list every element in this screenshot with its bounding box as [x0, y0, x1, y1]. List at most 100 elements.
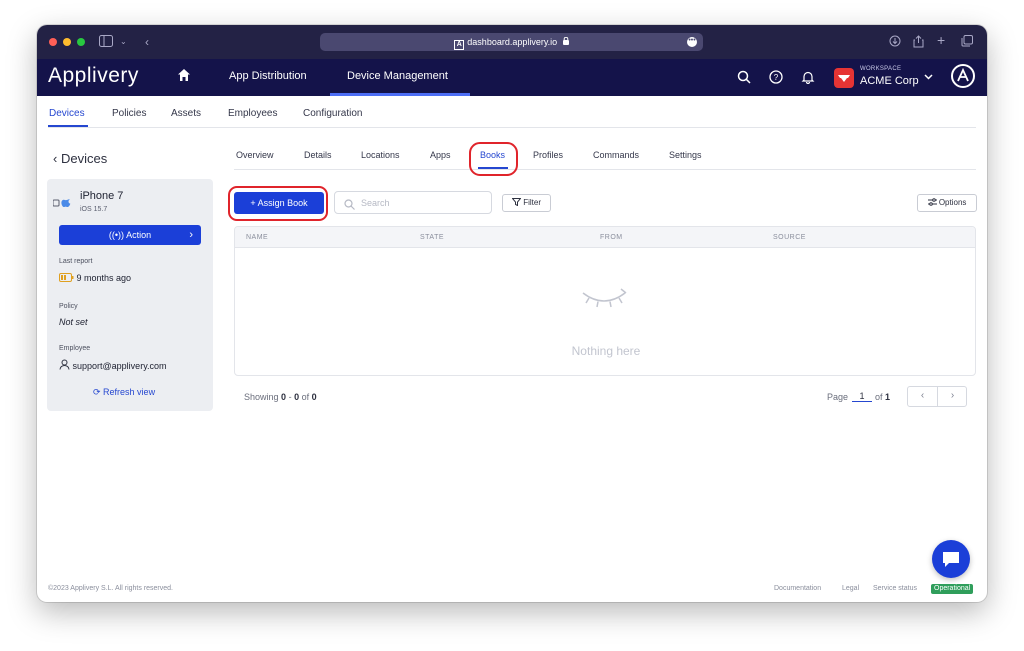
previous-page-button[interactable]: ‹ [908, 390, 937, 401]
chevron-down-icon[interactable]: ⌄ [120, 35, 127, 49]
close-window-button[interactable] [49, 38, 57, 46]
share-icon[interactable] [913, 35, 924, 51]
more-options-icon[interactable]: ••• [687, 37, 697, 47]
showing-count: Showing 0 - 0 of 0 [244, 392, 317, 402]
column-header-source[interactable]: SOURCE [773, 234, 806, 241]
sliders-icon [927, 198, 939, 207]
policy-value: Not set [59, 317, 88, 327]
new-tab-icon[interactable]: + [937, 33, 945, 47]
site-favicon-icon: A [454, 40, 465, 50]
next-page-button[interactable]: › [938, 390, 967, 401]
refresh-view-link[interactable]: ⟳ Refresh view [93, 387, 155, 398]
highlight-ring-books-tab [469, 142, 518, 176]
apple-device-icon [52, 196, 75, 208]
copyright-text: ©2023 Applivery S.L. All rights reserved… [48, 585, 173, 592]
total-pages: 1 [885, 392, 891, 402]
subnav-policies[interactable]: Policies [112, 108, 146, 119]
bell-icon[interactable] [801, 70, 815, 85]
app-header: Applivery App Distribution Device Manage… [37, 59, 987, 96]
subnav-devices[interactable]: Devices [49, 108, 85, 119]
device-summary-card: iPhone 7 iOS 15.7 ((•)) Action › Last re… [47, 179, 213, 411]
last-report-label: Last report [59, 258, 93, 265]
section-subnav: Devices Policies Assets Employees Config… [37, 96, 987, 128]
back-arrow-icon[interactable]: ‹ [145, 35, 149, 49]
tab-overview[interactable]: Overview [236, 150, 274, 160]
page-number-input[interactable]: 1 [852, 391, 872, 402]
minimize-window-button[interactable] [63, 38, 71, 46]
sidebar-toggle-icon[interactable] [99, 35, 113, 50]
legal-link[interactable]: Legal [842, 585, 859, 592]
chat-support-button[interactable] [932, 540, 970, 578]
back-label: Devices [60, 151, 108, 166]
column-header-name[interactable]: NAME [246, 234, 268, 241]
download-icon[interactable] [889, 35, 901, 50]
last-report-text: 9 months ago [76, 273, 132, 283]
search-box[interactable] [334, 191, 492, 214]
options-button[interactable]: Options [917, 194, 977, 212]
address-bar[interactable]: Adashboard.applivery.io ••• [320, 33, 703, 51]
tabs-overview-icon[interactable] [961, 35, 973, 50]
chevron-right-icon: › [189, 229, 193, 241]
column-header-from[interactable]: FROM [600, 234, 623, 241]
of-pages-text: of [875, 392, 883, 402]
subnav-divider [48, 127, 976, 128]
nav-device-management[interactable]: Device Management [347, 70, 448, 82]
url-text: dashboard.applivery.io [467, 37, 558, 47]
range-end: 0 [294, 392, 300, 402]
action-label: Action [126, 230, 152, 240]
documentation-link[interactable]: Documentation [774, 585, 821, 592]
filter-button[interactable]: Filter [502, 194, 551, 212]
refresh-label: Refresh view [103, 387, 156, 397]
user-avatar[interactable] [951, 64, 975, 88]
tab-details[interactable]: Details [304, 150, 332, 160]
service-status-link[interactable]: Service status [873, 585, 917, 592]
broadcast-icon: ((•)) [108, 230, 127, 240]
range-separator: - [288, 392, 292, 402]
brand-logo[interactable]: Applivery [48, 64, 139, 88]
subnav-employees[interactable]: Employees [228, 108, 277, 119]
filter-icon [511, 198, 523, 207]
chevron-left-icon: ‹ [53, 151, 61, 166]
tab-apps[interactable]: Apps [430, 150, 451, 160]
search-input[interactable] [361, 196, 481, 210]
employee-value[interactable]: support@applivery.com [59, 359, 167, 371]
filter-label: Filter [523, 198, 541, 207]
total-count: 0 [311, 392, 317, 402]
lock-icon [562, 36, 569, 47]
nav-app-distribution[interactable]: App Distribution [229, 70, 307, 82]
books-table: NAME STATE FROM SOURCE Nothing here [234, 226, 976, 376]
employee-email: support@applivery.com [72, 361, 167, 371]
subnav-configuration[interactable]: Configuration [303, 108, 362, 119]
search-icon[interactable] [737, 70, 751, 84]
showing-prefix: Showing [244, 392, 279, 402]
tab-locations[interactable]: Locations [361, 150, 400, 160]
of-pages-label: of 1 [875, 392, 890, 402]
chat-bubble-icon [932, 552, 970, 582]
policy-label: Policy [59, 303, 78, 310]
workspace-chevron-icon[interactable] [924, 72, 933, 82]
battery-icon [59, 273, 77, 283]
of-label: of [301, 392, 310, 402]
device-action-button[interactable]: ((•)) Action › [59, 225, 201, 245]
workspace-name[interactable]: ACME Corp [860, 75, 919, 87]
tab-settings[interactable]: Settings [669, 150, 702, 160]
help-icon[interactable]: ? [769, 70, 783, 84]
table-header: NAME STATE FROM SOURCE [235, 227, 975, 248]
home-icon[interactable] [177, 68, 191, 82]
device-os-version: iOS 15.7 [80, 206, 108, 213]
range-start: 0 [281, 392, 287, 402]
tab-profiles[interactable]: Profiles [533, 150, 563, 160]
refresh-icon: ⟳ [93, 387, 104, 397]
browser-titlebar: ⌄ ‹ Adashboard.applivery.io ••• + [37, 25, 987, 59]
status-badge: Operational [931, 584, 974, 594]
closed-eye-icon [577, 287, 631, 317]
back-to-devices-link[interactable]: ‹ Devices [53, 151, 107, 166]
workspace-logo-icon[interactable] [834, 68, 854, 88]
subnav-assets[interactable]: Assets [171, 108, 201, 119]
employee-label: Employee [59, 345, 91, 352]
page-label: Page [827, 392, 849, 402]
column-header-state[interactable]: STATE [420, 234, 444, 241]
empty-state-text: Nothing here [571, 344, 641, 358]
zoom-window-button[interactable] [77, 38, 85, 46]
tab-commands[interactable]: Commands [593, 150, 639, 160]
